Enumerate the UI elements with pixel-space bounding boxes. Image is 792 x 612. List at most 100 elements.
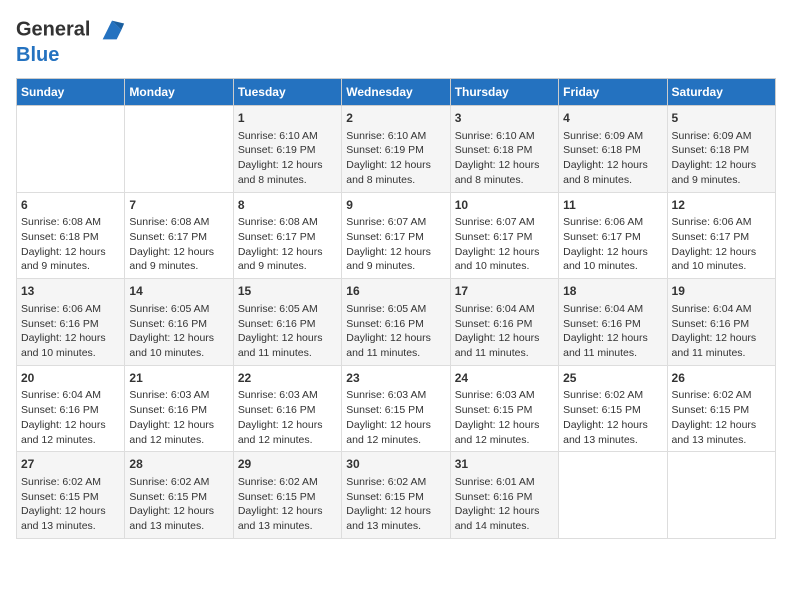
sunrise-text: Sunrise: 6:04 AM xyxy=(455,302,554,317)
sunrise-text: Sunrise: 6:01 AM xyxy=(455,475,554,490)
weekday-header-friday: Friday xyxy=(559,79,667,106)
sunset-text: Sunset: 6:16 PM xyxy=(129,403,228,418)
sunrise-text: Sunrise: 6:06 AM xyxy=(563,215,662,230)
day-number: 30 xyxy=(346,456,445,473)
sunset-text: Sunset: 6:18 PM xyxy=(563,143,662,158)
sunrise-text: Sunrise: 6:02 AM xyxy=(346,475,445,490)
calendar-cell: 28Sunrise: 6:02 AMSunset: 6:15 PMDayligh… xyxy=(125,452,233,539)
daylight-text: Daylight: 12 hours and 10 minutes. xyxy=(455,245,554,274)
day-number: 24 xyxy=(455,370,554,387)
daylight-text: Daylight: 12 hours and 13 minutes. xyxy=(563,418,662,447)
day-number: 18 xyxy=(563,283,662,300)
calendar-cell: 15Sunrise: 6:05 AMSunset: 6:16 PMDayligh… xyxy=(233,279,341,366)
day-number: 16 xyxy=(346,283,445,300)
sunset-text: Sunset: 6:15 PM xyxy=(21,490,120,505)
day-number: 19 xyxy=(672,283,771,300)
sunset-text: Sunset: 6:17 PM xyxy=(563,230,662,245)
daylight-text: Daylight: 12 hours and 12 minutes. xyxy=(129,418,228,447)
calendar-cell: 26Sunrise: 6:02 AMSunset: 6:15 PMDayligh… xyxy=(667,365,775,452)
day-number: 13 xyxy=(21,283,120,300)
logo-general: General xyxy=(16,18,90,40)
calendar-cell: 3Sunrise: 6:10 AMSunset: 6:18 PMDaylight… xyxy=(450,106,558,193)
sunrise-text: Sunrise: 6:02 AM xyxy=(672,388,771,403)
daylight-text: Daylight: 12 hours and 12 minutes. xyxy=(21,418,120,447)
day-number: 1 xyxy=(238,110,337,127)
calendar-cell: 5Sunrise: 6:09 AMSunset: 6:18 PMDaylight… xyxy=(667,106,775,193)
sunrise-text: Sunrise: 6:05 AM xyxy=(238,302,337,317)
daylight-text: Daylight: 12 hours and 11 minutes. xyxy=(346,331,445,360)
sunrise-text: Sunrise: 6:02 AM xyxy=(563,388,662,403)
sunrise-text: Sunrise: 6:06 AM xyxy=(21,302,120,317)
sunset-text: Sunset: 6:17 PM xyxy=(129,230,228,245)
calendar-week-row: 1Sunrise: 6:10 AMSunset: 6:19 PMDaylight… xyxy=(17,106,776,193)
daylight-text: Daylight: 12 hours and 10 minutes. xyxy=(672,245,771,274)
day-number: 23 xyxy=(346,370,445,387)
day-number: 29 xyxy=(238,456,337,473)
daylight-text: Daylight: 12 hours and 8 minutes. xyxy=(238,158,337,187)
weekday-header-sunday: Sunday xyxy=(17,79,125,106)
sunset-text: Sunset: 6:16 PM xyxy=(455,317,554,332)
daylight-text: Daylight: 12 hours and 11 minutes. xyxy=(563,331,662,360)
day-number: 10 xyxy=(455,197,554,214)
sunset-text: Sunset: 6:16 PM xyxy=(672,317,771,332)
sunset-text: Sunset: 6:17 PM xyxy=(346,230,445,245)
sunset-text: Sunset: 6:17 PM xyxy=(238,230,337,245)
sunset-text: Sunset: 6:19 PM xyxy=(346,143,445,158)
sunset-text: Sunset: 6:16 PM xyxy=(238,403,337,418)
day-number: 28 xyxy=(129,456,228,473)
sunset-text: Sunset: 6:15 PM xyxy=(238,490,337,505)
sunrise-text: Sunrise: 6:02 AM xyxy=(238,475,337,490)
daylight-text: Daylight: 12 hours and 10 minutes. xyxy=(129,331,228,360)
sunset-text: Sunset: 6:18 PM xyxy=(672,143,771,158)
sunrise-text: Sunrise: 6:03 AM xyxy=(129,388,228,403)
calendar-cell: 22Sunrise: 6:03 AMSunset: 6:16 PMDayligh… xyxy=(233,365,341,452)
calendar-cell: 12Sunrise: 6:06 AMSunset: 6:17 PMDayligh… xyxy=(667,192,775,279)
weekday-header-monday: Monday xyxy=(125,79,233,106)
page-header: General Blue xyxy=(16,16,776,66)
daylight-text: Daylight: 12 hours and 14 minutes. xyxy=(455,504,554,533)
calendar-cell: 27Sunrise: 6:02 AMSunset: 6:15 PMDayligh… xyxy=(17,452,125,539)
calendar-cell xyxy=(125,106,233,193)
sunset-text: Sunset: 6:17 PM xyxy=(455,230,554,245)
daylight-text: Daylight: 12 hours and 9 minutes. xyxy=(238,245,337,274)
calendar-cell xyxy=(17,106,125,193)
sunset-text: Sunset: 6:18 PM xyxy=(21,230,120,245)
daylight-text: Daylight: 12 hours and 12 minutes. xyxy=(455,418,554,447)
sunrise-text: Sunrise: 6:08 AM xyxy=(21,215,120,230)
daylight-text: Daylight: 12 hours and 8 minutes. xyxy=(455,158,554,187)
daylight-text: Daylight: 12 hours and 12 minutes. xyxy=(238,418,337,447)
daylight-text: Daylight: 12 hours and 8 minutes. xyxy=(346,158,445,187)
calendar-cell: 9Sunrise: 6:07 AMSunset: 6:17 PMDaylight… xyxy=(342,192,450,279)
sunrise-text: Sunrise: 6:05 AM xyxy=(129,302,228,317)
day-number: 14 xyxy=(129,283,228,300)
sunrise-text: Sunrise: 6:04 AM xyxy=(672,302,771,317)
daylight-text: Daylight: 12 hours and 11 minutes. xyxy=(672,331,771,360)
daylight-text: Daylight: 12 hours and 12 minutes. xyxy=(346,418,445,447)
day-number: 5 xyxy=(672,110,771,127)
sunset-text: Sunset: 6:18 PM xyxy=(455,143,554,158)
sunrise-text: Sunrise: 6:10 AM xyxy=(346,129,445,144)
day-number: 26 xyxy=(672,370,771,387)
calendar-week-row: 6Sunrise: 6:08 AMSunset: 6:18 PMDaylight… xyxy=(17,192,776,279)
daylight-text: Daylight: 12 hours and 10 minutes. xyxy=(563,245,662,274)
calendar-cell xyxy=(667,452,775,539)
calendar-week-row: 27Sunrise: 6:02 AMSunset: 6:15 PMDayligh… xyxy=(17,452,776,539)
calendar-cell: 17Sunrise: 6:04 AMSunset: 6:16 PMDayligh… xyxy=(450,279,558,366)
calendar-week-row: 20Sunrise: 6:04 AMSunset: 6:16 PMDayligh… xyxy=(17,365,776,452)
sunset-text: Sunset: 6:15 PM xyxy=(455,403,554,418)
sunrise-text: Sunrise: 6:08 AM xyxy=(238,215,337,230)
sunset-text: Sunset: 6:16 PM xyxy=(21,317,120,332)
day-number: 22 xyxy=(238,370,337,387)
calendar-cell: 30Sunrise: 6:02 AMSunset: 6:15 PMDayligh… xyxy=(342,452,450,539)
sunrise-text: Sunrise: 6:04 AM xyxy=(21,388,120,403)
daylight-text: Daylight: 12 hours and 11 minutes. xyxy=(238,331,337,360)
logo: General Blue xyxy=(16,16,126,66)
calendar-cell: 11Sunrise: 6:06 AMSunset: 6:17 PMDayligh… xyxy=(559,192,667,279)
sunset-text: Sunset: 6:16 PM xyxy=(129,317,228,332)
sunrise-text: Sunrise: 6:03 AM xyxy=(238,388,337,403)
sunset-text: Sunset: 6:16 PM xyxy=(563,317,662,332)
calendar-cell: 10Sunrise: 6:07 AMSunset: 6:17 PMDayligh… xyxy=(450,192,558,279)
sunrise-text: Sunrise: 6:10 AM xyxy=(238,129,337,144)
sunrise-text: Sunrise: 6:02 AM xyxy=(21,475,120,490)
sunset-text: Sunset: 6:16 PM xyxy=(238,317,337,332)
